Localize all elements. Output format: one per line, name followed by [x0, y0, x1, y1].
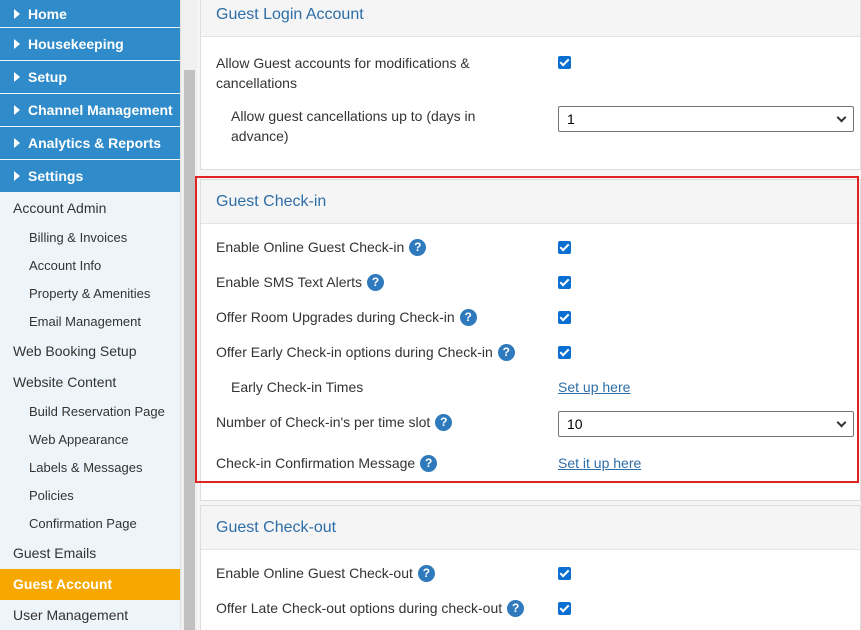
label-text: Enable Online Guest Check-in — [216, 239, 405, 255]
label-text: Offer Late Check-out options during chec… — [216, 600, 503, 616]
nav-settings-label: Settings — [28, 168, 84, 184]
early-checkin-label: Offer Early Check-in options during Chec… — [216, 342, 546, 362]
select-value: 1 — [567, 111, 575, 127]
panel-title: Guest Check-out — [201, 506, 860, 550]
nav-housekeeping-label: Housekeeping — [28, 36, 124, 52]
allow-accounts-row: Allow Guest accounts for modifications &… — [216, 53, 860, 95]
confirmation-message-label: Check-in Confirmation Message ? — [216, 453, 546, 473]
nav-housekeeping[interactable]: Housekeeping — [0, 28, 180, 60]
nav-account-info[interactable]: Account Info — [0, 252, 180, 280]
help-icon[interactable]: ? — [497, 343, 515, 361]
cancellations-days-select[interactable]: 1 — [558, 106, 854, 132]
help-icon[interactable]: ? — [420, 454, 438, 472]
guest-login-panel: Guest Login Account Allow Guest accounts… — [200, 0, 861, 170]
nav-website-content[interactable]: Website Content — [0, 367, 180, 398]
nav-user-management[interactable]: User Management — [0, 600, 180, 630]
help-icon[interactable]: ? — [435, 413, 453, 431]
caret-right-icon — [14, 72, 20, 82]
room-upgrades-checkbox[interactable] — [558, 311, 571, 324]
nav-guest-emails[interactable]: Guest Emails — [0, 538, 180, 569]
caret-right-icon — [14, 138, 20, 148]
checkins-per-slot-label: Number of Check-in's per time slot ? — [216, 412, 546, 432]
nav-setup-label: Setup — [28, 69, 67, 85]
nav-home-label: Home — [28, 5, 67, 22]
checkins-per-slot-row: Number of Check-in's per time slot ? 10 — [216, 411, 860, 437]
room-upgrades-row: Offer Room Upgrades during Check-in ? — [216, 307, 860, 327]
enable-sms-checkbox[interactable] — [558, 276, 571, 289]
select-value: 10 — [567, 416, 583, 432]
caret-right-icon — [14, 105, 20, 115]
enable-online-checkout-checkbox[interactable] — [558, 567, 571, 580]
enable-online-checkout-label: Enable Online Guest Check-out ? — [216, 563, 546, 583]
nav-guest-account[interactable]: Guest Account — [0, 569, 180, 600]
nav-analytics-reports[interactable]: Analytics & Reports — [0, 127, 180, 159]
guest-checkin-panel: Guest Check-in Enable Online Guest Check… — [200, 179, 861, 501]
late-checkout-checkbox[interactable] — [558, 602, 571, 615]
nav-labels-messages[interactable]: Labels & Messages — [0, 454, 180, 482]
early-checkin-checkbox[interactable] — [558, 346, 571, 359]
nav-billing-invoices[interactable]: Billing & Invoices — [0, 224, 180, 252]
help-icon[interactable]: ? — [417, 564, 435, 582]
label-text: Offer Room Upgrades during Check-in — [216, 309, 455, 325]
nav-settings[interactable]: Settings — [0, 160, 180, 192]
panel-title: Guest Check-in — [201, 180, 860, 224]
label-text: Offer Early Check-in options during Chec… — [216, 344, 493, 360]
late-checkout-row: Offer Late Check-out options during chec… — [216, 598, 860, 618]
chevron-down-icon — [836, 112, 847, 123]
chevron-down-icon — [836, 417, 847, 428]
nav-account-admin[interactable]: Account Admin — [0, 193, 180, 224]
early-checkin-times-label: Early Check-in Times — [231, 379, 364, 395]
nav-web-appearance[interactable]: Web Appearance — [0, 426, 180, 454]
caret-right-icon — [14, 8, 20, 19]
caret-right-icon — [14, 39, 20, 49]
nav-confirmation-page[interactable]: Confirmation Page — [0, 510, 180, 538]
cancellations-label: Allow guest cancellations up to (days in… — [231, 108, 476, 144]
help-icon[interactable]: ? — [367, 273, 385, 291]
sidebar: Home Housekeeping Setup Channel Manageme… — [0, 0, 180, 630]
panel-title: Guest Login Account — [201, 0, 860, 37]
label-text: Enable Online Guest Check-out — [216, 565, 413, 581]
help-icon[interactable]: ? — [507, 599, 525, 617]
enable-online-checkin-row: Enable Online Guest Check-in ? — [216, 237, 860, 257]
nav-property-amenities[interactable]: Property & Amenities — [0, 280, 180, 308]
nav-web-booking-setup[interactable]: Web Booking Setup — [0, 336, 180, 367]
early-checkin-times-row: Early Check-in Times Set up here — [216, 377, 860, 397]
allow-accounts-checkbox[interactable] — [558, 56, 571, 69]
nav-email-management[interactable]: Email Management — [0, 308, 180, 336]
sidebar-scrollbar[interactable] — [180, 0, 197, 630]
nav-channel-management[interactable]: Channel Management — [0, 94, 180, 126]
nav-analytics-reports-label: Analytics & Reports — [28, 135, 162, 151]
early-checkin-row: Offer Early Check-in options during Chec… — [216, 342, 860, 362]
enable-sms-row: Enable SMS Text Alerts ? — [216, 272, 860, 292]
late-checkout-label: Offer Late Check-out options during chec… — [216, 598, 546, 618]
label-text: Check-in Confirmation Message — [216, 455, 416, 471]
enable-sms-label: Enable SMS Text Alerts ? — [216, 272, 546, 292]
label-text: Number of Check-in's per time slot — [216, 414, 431, 430]
enable-online-checkout-row: Enable Online Guest Check-out ? — [216, 563, 860, 583]
set-up-here-link[interactable]: Set up here — [558, 377, 630, 397]
allow-accounts-label: Allow Guest accounts for modifications &… — [216, 55, 470, 91]
scrollbar-thumb[interactable] — [184, 70, 195, 630]
checkins-per-slot-select[interactable]: 10 — [558, 411, 854, 437]
help-icon[interactable]: ? — [459, 308, 477, 326]
cancellations-row: Allow guest cancellations up to (days in… — [216, 106, 860, 148]
enable-online-checkin-checkbox[interactable] — [558, 241, 571, 254]
label-text: Enable SMS Text Alerts — [216, 274, 363, 290]
help-icon[interactable]: ? — [409, 238, 427, 256]
set-it-up-here-link[interactable]: Set it up here — [558, 453, 641, 473]
nav-channel-management-label: Channel Management — [28, 102, 173, 118]
enable-online-checkin-label: Enable Online Guest Check-in ? — [216, 237, 546, 257]
nav-build-reservation-page[interactable]: Build Reservation Page — [0, 398, 180, 426]
room-upgrades-label: Offer Room Upgrades during Check-in ? — [216, 307, 546, 327]
nav-setup[interactable]: Setup — [0, 61, 180, 93]
confirmation-message-row: Check-in Confirmation Message ? Set it u… — [216, 453, 860, 473]
nav-home[interactable]: Home — [0, 0, 180, 27]
caret-right-icon — [14, 171, 20, 181]
main-content: Guest Login Account Allow Guest accounts… — [195, 0, 861, 630]
nav-policies[interactable]: Policies — [0, 482, 180, 510]
guest-checkout-panel: Guest Check-out Enable Online Guest Chec… — [200, 505, 861, 630]
